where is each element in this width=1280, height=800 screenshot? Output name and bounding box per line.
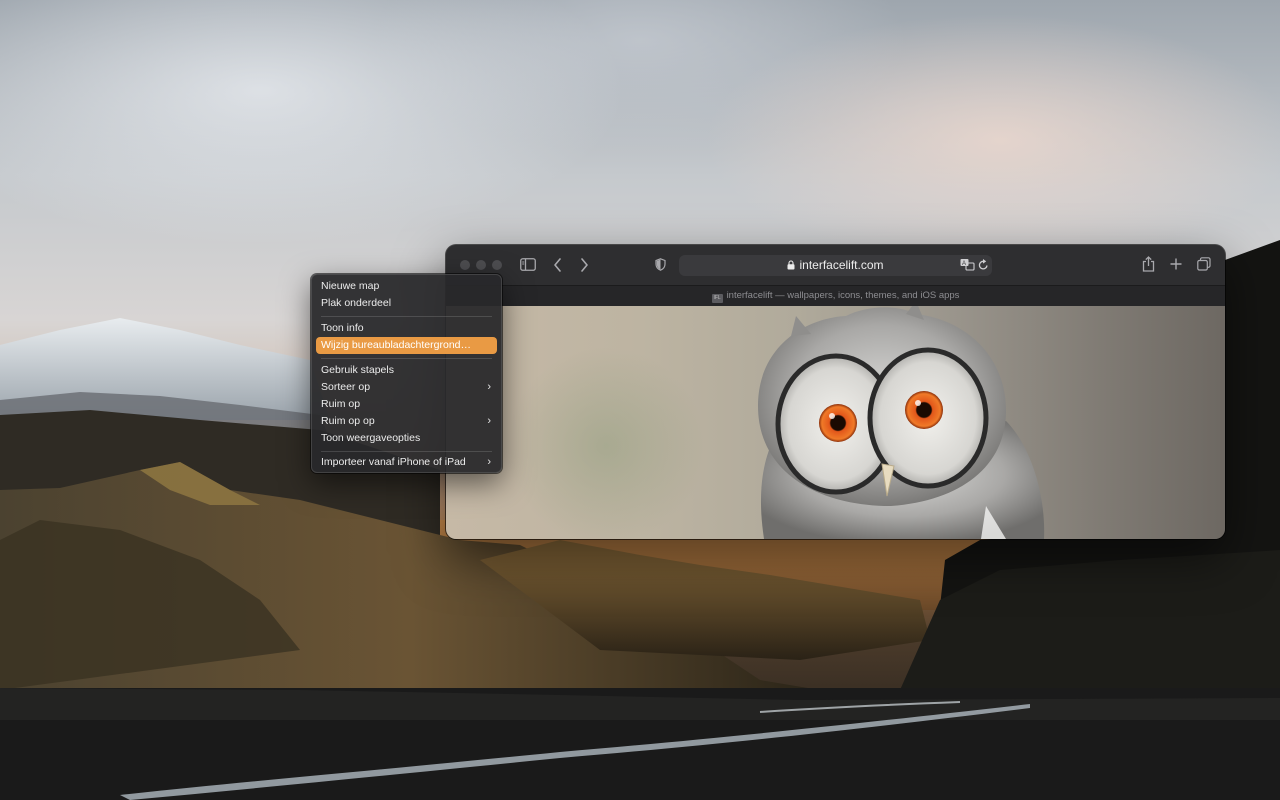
chevron-right-icon[interactable] [580, 258, 589, 272]
menu-separator [321, 358, 492, 359]
favicon: IFL [711, 294, 723, 303]
chevron-right-icon: › [487, 381, 491, 393]
menu-separator [321, 316, 492, 317]
chevron-right-icon: › [487, 456, 491, 468]
menu-item-label: Toon weergaveopties [321, 432, 421, 444]
menu-item-label: Importeer vanaf iPhone of iPad [321, 456, 466, 468]
menu-item-ruim-op-op[interactable]: Ruim op op › [316, 413, 497, 430]
close-window-button[interactable] [460, 260, 470, 270]
menu-item-wijzig-bureaubladachtergrond[interactable]: Wijzig bureaubladachtergrond… [316, 337, 497, 354]
menu-item-label: Ruim op [321, 398, 361, 410]
sidebar-icon[interactable] [520, 258, 536, 271]
menu-item-label: Toon info [321, 322, 364, 334]
menu-item-toon-weergaveopties[interactable]: Toon weergaveopties [316, 430, 497, 447]
menu-item-importeer-vanaf-iphone[interactable]: Importeer vanaf iPhone of iPad › [316, 454, 497, 471]
tab-bar: IFL interfacelift — wallpapers, icons, th… [446, 285, 1225, 307]
svg-text:A: A [962, 261, 966, 267]
menu-item-label: Wijzig bureaubladachtergrond… [321, 339, 471, 351]
menu-item-label: Gebruik stapels [321, 364, 394, 376]
address-text: interfacelift.com [799, 258, 884, 272]
chevron-left-icon[interactable] [553, 258, 562, 272]
desktop-context-menu: Nieuwe map Plak onderdeel Toon info Wijz… [311, 274, 502, 473]
shield-icon[interactable] [655, 258, 666, 271]
safari-toolbar: interfacelift.com A [446, 245, 1225, 285]
translate-icon[interactable]: A [960, 258, 975, 272]
active-tab[interactable]: IFL interfacelift — wallpapers, icons, th… [446, 286, 1225, 306]
menu-item-sorteer-op[interactable]: Sorteer op › [316, 379, 497, 396]
minimize-window-button[interactable] [476, 260, 486, 270]
menu-item-gebruik-stapels[interactable]: Gebruik stapels [316, 362, 497, 379]
menu-separator [321, 451, 492, 452]
menu-item-label: Plak onderdeel [321, 297, 392, 309]
menu-item-toon-info[interactable]: Toon info [316, 320, 497, 337]
reload-icon[interactable] [978, 259, 989, 271]
menu-item-label: Nieuwe map [321, 280, 380, 292]
share-icon[interactable] [1142, 256, 1155, 272]
chevron-right-icon: › [487, 415, 491, 427]
zoom-window-button[interactable] [492, 260, 502, 270]
plus-icon[interactable] [1170, 258, 1182, 270]
owl-image [758, 306, 1045, 539]
menu-item-label: Ruim op op [321, 415, 375, 427]
lock-icon [787, 256, 795, 277]
menu-item-nieuwe-map[interactable]: Nieuwe map [316, 278, 497, 295]
menu-item-ruim-op[interactable]: Ruim op [316, 396, 497, 413]
web-content[interactable] [446, 306, 1225, 539]
address-bar[interactable]: interfacelift.com A [679, 255, 992, 276]
menu-item-label: Sorteer op [321, 381, 371, 393]
tab-overview-icon[interactable] [1197, 257, 1211, 271]
safari-window[interactable]: interfacelift.com A IFL interfacelift — w… [446, 245, 1225, 539]
menu-item-plak-onderdeel[interactable]: Plak onderdeel [316, 295, 497, 312]
tab-title-text: interfacelift — wallpapers, icons, theme… [726, 290, 960, 301]
